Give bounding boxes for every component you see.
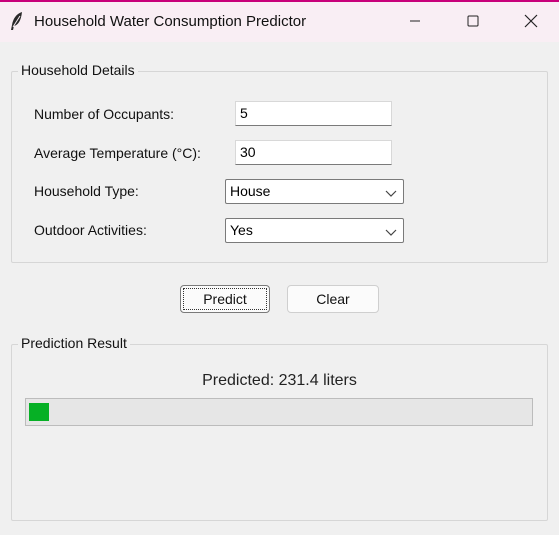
outdoor-activities-select[interactable]: Yes xyxy=(225,218,404,243)
minimize-button[interactable] xyxy=(386,2,444,42)
progress-fill xyxy=(29,403,49,421)
prediction-result-label: Prediction Result xyxy=(18,335,130,351)
clear-button-label: Clear xyxy=(316,291,350,307)
prediction-result-group xyxy=(11,344,548,521)
clear-button[interactable]: Clear xyxy=(287,285,379,313)
household-type-value: House xyxy=(230,183,271,199)
occupants-label: Number of Occupants: xyxy=(34,106,175,122)
app-window: Household Water Consumption Predictor Ho… xyxy=(0,0,559,535)
chevron-down-icon xyxy=(385,186,397,198)
household-type-select[interactable]: House xyxy=(225,179,404,204)
close-button[interactable] xyxy=(502,2,559,42)
maximize-button[interactable] xyxy=(444,2,502,42)
household-type-label: Household Type: xyxy=(34,183,139,199)
chevron-down-icon xyxy=(385,225,397,237)
minimize-icon xyxy=(409,14,421,30)
title-bar[interactable]: Household Water Consumption Predictor xyxy=(0,2,559,42)
window-title: Household Water Consumption Predictor xyxy=(34,13,307,30)
outdoor-activities-value: Yes xyxy=(230,222,253,238)
household-details-label: Household Details xyxy=(18,62,138,78)
focus-ring xyxy=(183,288,267,310)
temperature-label: Average Temperature (°C): xyxy=(34,145,201,161)
temperature-input[interactable]: 30 xyxy=(235,140,392,165)
maximize-icon xyxy=(467,14,479,30)
close-icon xyxy=(524,14,538,31)
predict-button[interactable]: Predict xyxy=(180,285,270,313)
occupants-input[interactable]: 5 xyxy=(235,101,392,126)
feather-icon xyxy=(9,11,25,31)
progress-bar xyxy=(25,398,533,426)
outdoor-activities-label: Outdoor Activities: xyxy=(34,222,147,238)
prediction-result-text: Predicted: 231.4 liters xyxy=(202,372,357,389)
